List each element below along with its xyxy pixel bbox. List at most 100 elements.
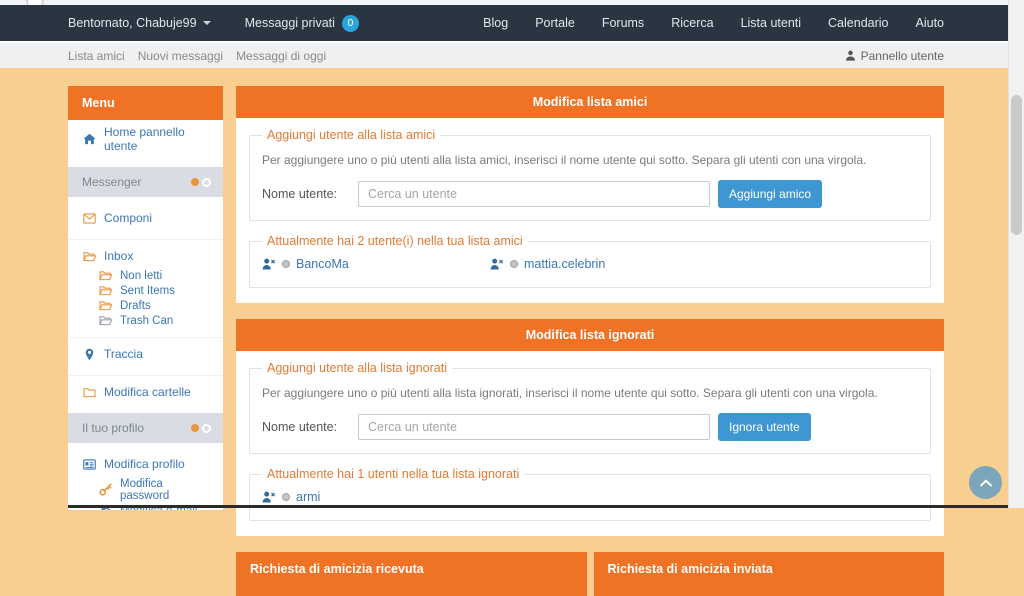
friends-panel-title: Modifica lista amici xyxy=(236,86,944,118)
main-content: Modifica lista amici Aggiungi utente all… xyxy=(236,86,944,596)
user-menu[interactable]: Bentornato, Chabuje99 xyxy=(68,16,211,30)
sidebar-item-label: Non letti xyxy=(120,270,162,282)
welcome-text: Bentornato, Chabuje99 xyxy=(68,16,197,30)
user-entry: armi xyxy=(262,490,490,504)
offline-status-dot xyxy=(282,260,290,268)
sidebar-item-inbox[interactable]: Inbox xyxy=(68,239,223,268)
toolbar-link-messaggi-di-oggi[interactable]: Messaggi di oggi xyxy=(236,49,326,63)
username-link[interactable]: mattia.celebrin xyxy=(524,257,605,271)
offline-status-dot xyxy=(282,493,290,501)
username-link[interactable]: armi xyxy=(296,490,320,504)
navbar-link-blog[interactable]: Blog xyxy=(483,16,508,30)
toolbar-link-lista-amici[interactable]: Lista amici xyxy=(68,49,125,63)
pin-icon xyxy=(82,348,97,361)
user-icon xyxy=(845,50,856,61)
sidebar-item-drafts[interactable]: Drafts xyxy=(68,298,223,313)
ignored-panel-title: Modifica lista ignorati xyxy=(236,319,944,351)
friends-list-fieldset: Attualmente hai 2 utente(i) nella tua li… xyxy=(249,234,931,288)
requests-sent-title: Richiesta di amicizia inviata xyxy=(594,552,945,596)
sidebar-item-label: Traccia xyxy=(104,347,143,361)
sidebar-item-trash-can[interactable]: Trash Can xyxy=(68,313,223,328)
private-messages-link[interactable]: Messaggi privati 0 xyxy=(245,15,359,32)
sidebar-item-modifica-cartelle[interactable]: Modifica cartelle xyxy=(68,375,223,404)
friend-requests-row: Richiesta di amicizia ricevuta Richiesta… xyxy=(236,552,944,596)
ignored-panel-body: Aggiungi utente alla lista ignorati Per … xyxy=(236,351,944,536)
username-link[interactable]: BancoMa xyxy=(296,257,349,271)
navbar-link-forums[interactable]: Forums xyxy=(602,16,644,30)
folder-icon xyxy=(82,387,97,398)
sidebar-section-label: Messenger xyxy=(82,175,141,189)
user-entry: mattia.celebrin xyxy=(490,257,718,271)
scrollbar-thumb[interactable] xyxy=(1011,95,1022,235)
sidebar-section-label: Il tuo profilo xyxy=(82,421,144,435)
chevron-up-icon xyxy=(979,479,993,487)
navbar-link-ricerca[interactable]: Ricerca xyxy=(671,16,713,30)
navbar-link-aiuto[interactable]: Aiuto xyxy=(916,16,945,30)
add-friend-button[interactable]: Aggiungi amico xyxy=(718,180,822,208)
add-ignored-description: Per aggiungere uno o più utenti alla lis… xyxy=(262,386,918,400)
scrollbar-track[interactable] xyxy=(1008,0,1024,508)
friend-username-input[interactable] xyxy=(358,181,710,207)
sidebar: Menu Home pannello utente Messenger Compon… xyxy=(68,86,223,510)
ignored-panel: Modifica lista ignorati Aggiungi utente … xyxy=(236,319,944,536)
sidebar-section-il-tuo-profilo[interactable]: Il tuo profilo xyxy=(68,413,223,443)
sidebar-item-label: Home pannello utente xyxy=(104,125,213,153)
ignore-user-button[interactable]: Ignora utente xyxy=(718,413,811,441)
sidebar-section-messenger[interactable]: Messenger xyxy=(68,167,223,197)
chevron-down-icon xyxy=(203,21,211,25)
ignored-username-input[interactable] xyxy=(358,414,710,440)
sidebar-title: Menu xyxy=(68,86,223,120)
key-icon xyxy=(98,483,113,496)
add-friend-legend: Aggiungi utente alla lista amici xyxy=(262,128,440,142)
folder-open-icon xyxy=(98,285,113,296)
collapse-toggle-icon[interactable] xyxy=(191,178,211,187)
ignored-list-fieldset: Attualmente hai 1 utenti nella tua lista… xyxy=(249,467,931,521)
user-panel-link[interactable]: Pannello utente xyxy=(845,49,944,63)
sidebar-item-label: Modifica profilo xyxy=(104,457,185,471)
add-friend-description: Per aggiungere uno o più utenti alla lis… xyxy=(262,153,918,167)
envelope-icon xyxy=(82,213,97,224)
requests-received-title: Richiesta di amicizia ricevuta xyxy=(236,552,587,596)
sidebar-item-sent-items[interactable]: Sent Items xyxy=(68,283,223,298)
add-friend-fieldset: Aggiungi utente alla lista amici Per agg… xyxy=(249,128,931,221)
navbar-left: Bentornato, Chabuje99 Messaggi privati 0 xyxy=(68,15,359,32)
top-navbar: Bentornato, Chabuje99 Messaggi privati 0… xyxy=(0,5,1008,41)
sidebar-item-modifica-profilo[interactable]: Modifica profilo xyxy=(68,452,223,476)
add-ignored-legend: Aggiungi utente alla lista ignorati xyxy=(262,361,452,375)
navbar-link-portale[interactable]: Portale xyxy=(535,16,575,30)
sidebar-item-label: Modifica cartelle xyxy=(104,385,191,399)
scroll-to-top-button[interactable] xyxy=(969,466,1002,499)
sidebar-item-traccia[interactable]: Traccia xyxy=(68,337,223,366)
sidebar-item-label: Trash Can xyxy=(120,315,173,327)
add-ignored-form: Nome utente: Ignora utente xyxy=(262,413,918,441)
folder-open-icon xyxy=(98,300,113,311)
folder-open-icon xyxy=(98,315,113,326)
collapse-toggle-icon[interactable] xyxy=(191,424,211,433)
sidebar-item-label: Componi xyxy=(104,211,152,225)
remove-user-icon[interactable] xyxy=(262,491,276,503)
sidebar-item-modifica-password[interactable]: Modifica password xyxy=(68,476,223,503)
remove-user-icon[interactable] xyxy=(490,258,504,270)
navbar-link-lista-utenti[interactable]: Lista utenti xyxy=(741,16,801,30)
sidebar-item-non-letti[interactable]: Non letti xyxy=(68,268,223,283)
add-ignored-fieldset: Aggiungi utente alla lista ignorati Per … xyxy=(249,361,931,454)
sidebar-item-home-pannello-utente[interactable]: Home pannello utente xyxy=(68,120,223,158)
private-messages-label: Messaggi privati xyxy=(245,16,335,30)
friends-panel: Modifica lista amici Aggiungi utente all… xyxy=(236,86,944,303)
folder-open-icon xyxy=(98,270,113,281)
friends-list: BancoMa mattia.celebrin xyxy=(262,252,918,275)
friends-list-legend: Attualmente hai 2 utente(i) nella tua li… xyxy=(262,234,528,248)
user-entry: BancoMa xyxy=(262,257,490,271)
navbar-link-calendario[interactable]: Calendario xyxy=(828,16,888,30)
ignored-list-legend: Attualmente hai 1 utenti nella tua lista… xyxy=(262,467,524,481)
navbar-links: Blog Portale Forums Ricerca Lista utenti Cale… xyxy=(483,16,944,30)
sidebar-item-componi[interactable]: Componi xyxy=(68,206,223,230)
toolbar-link-nuovi-messaggi[interactable]: Nuovi messaggi xyxy=(138,49,223,63)
secondary-toolbar: Lista amici Nuovi messaggi Messaggi di ogg… xyxy=(0,41,1008,68)
id-card-icon xyxy=(82,459,97,470)
offline-status-dot xyxy=(510,260,518,268)
remove-user-icon[interactable] xyxy=(262,258,276,270)
sidebar-item-label: Drafts xyxy=(120,300,151,312)
username-label: Nome utente: xyxy=(262,187,358,201)
username-label: Nome utente: xyxy=(262,420,358,434)
